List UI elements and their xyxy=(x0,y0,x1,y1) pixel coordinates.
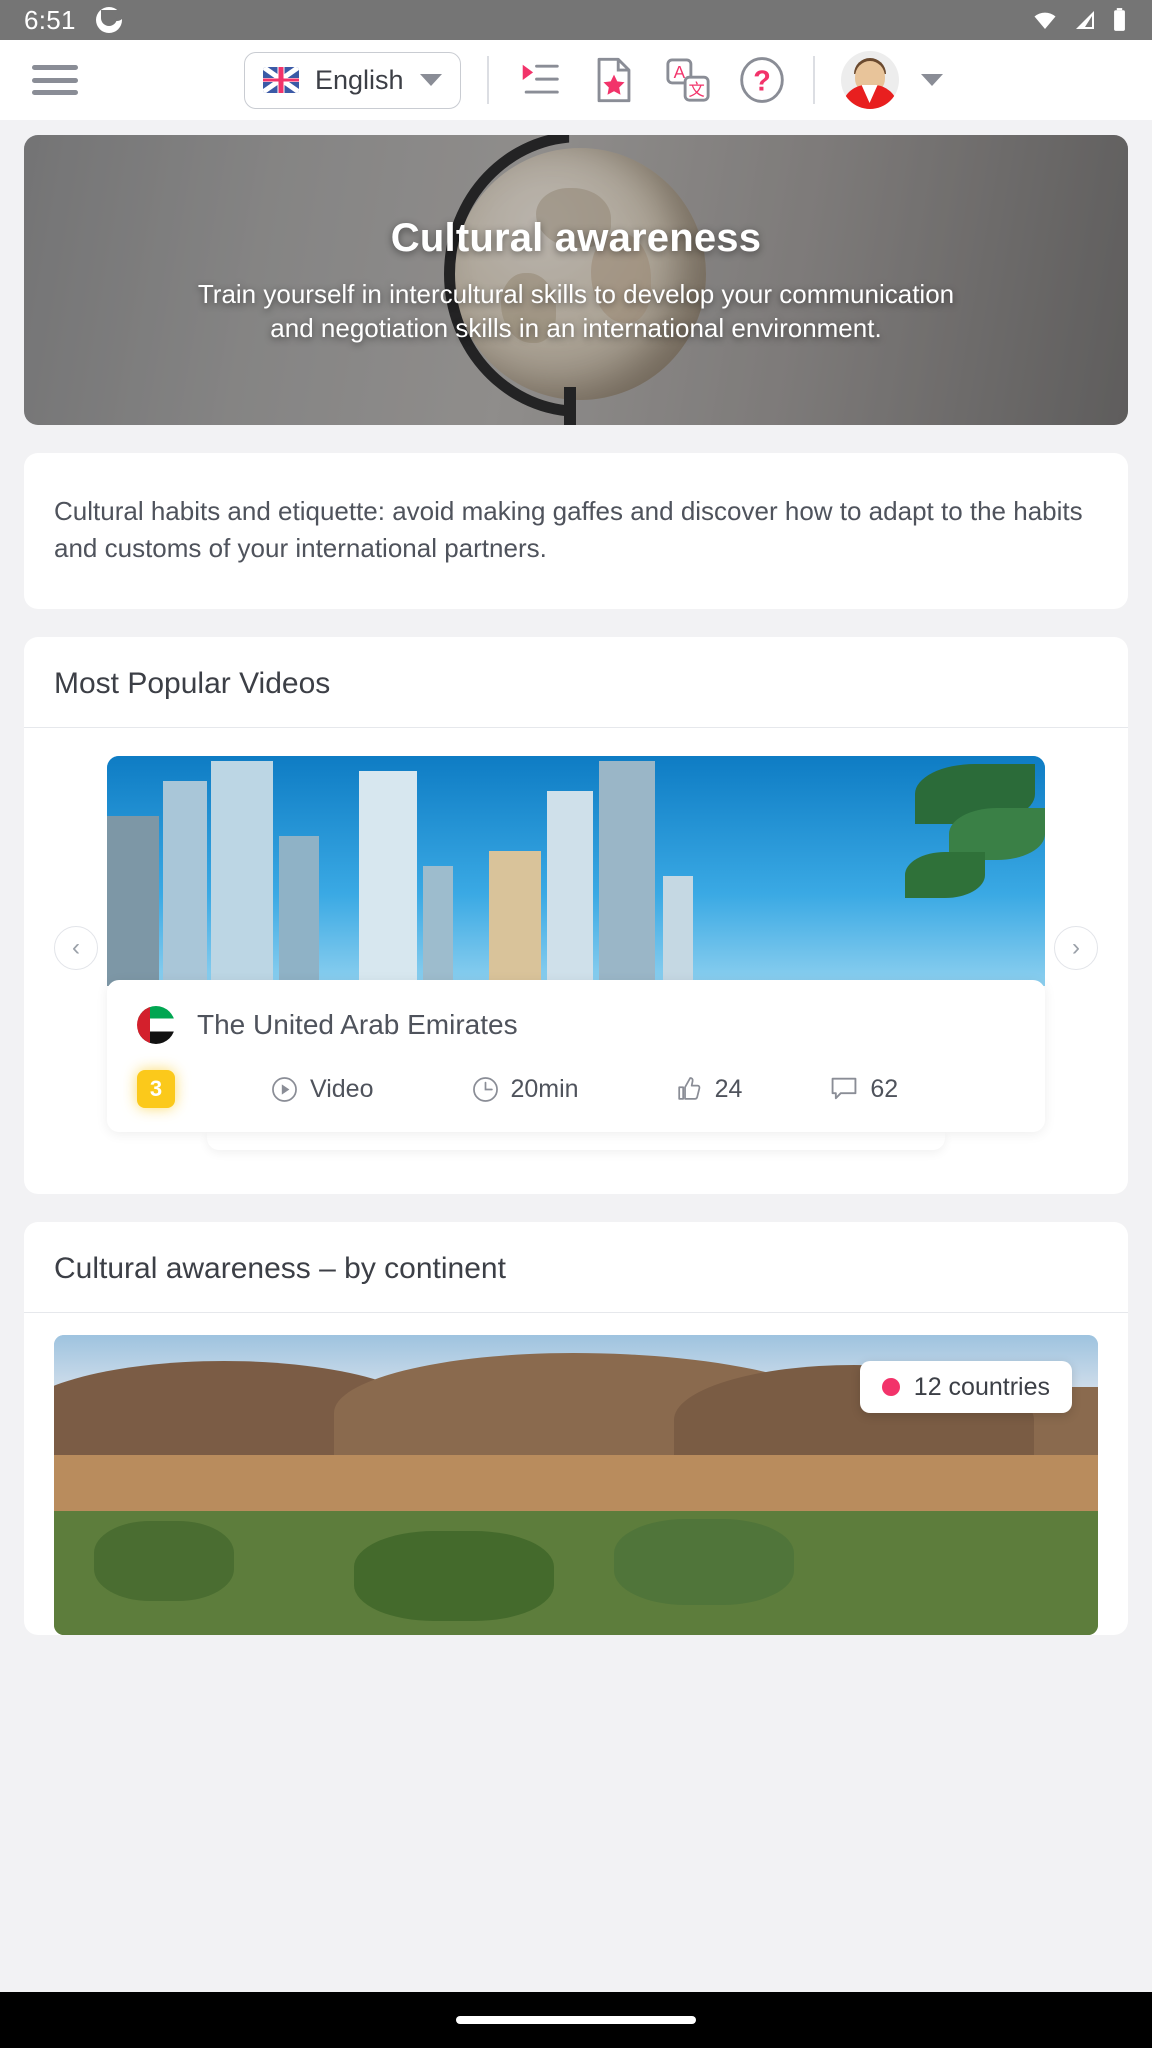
home-indicator[interactable] xyxy=(456,2016,696,2024)
popular-section-title: Most Popular Videos xyxy=(54,667,331,700)
favorite-document-icon[interactable] xyxy=(589,55,639,105)
video-duration-label: 20min xyxy=(510,1074,579,1103)
video-carousel: ‹ › The United Arab Emirates 3 Video 20m… xyxy=(24,728,1128,1194)
status-icons xyxy=(1031,7,1128,33)
hero-banner: Cultural awareness Train yourself in int… xyxy=(24,135,1128,425)
carousel-next-button[interactable]: › xyxy=(1054,926,1098,970)
carousel-prev-button[interactable]: ‹ xyxy=(54,926,98,970)
video-type-label: Video xyxy=(310,1074,374,1103)
status-bar: 6:51 xyxy=(0,0,1152,40)
video-meta: The United Arab Emirates 3 Video 20min 2… xyxy=(107,980,1045,1132)
header-divider-2 xyxy=(812,56,815,104)
video-title: The United Arab Emirates xyxy=(197,1009,518,1040)
video-comments-count: 62 xyxy=(870,1074,899,1103)
description-card: Cultural habits and etiquette: avoid mak… xyxy=(24,453,1128,609)
continents-card: Cultural awareness – by continent 12 cou… xyxy=(24,1222,1128,1635)
wifi-icon xyxy=(1034,12,1056,29)
video-badge: 3 xyxy=(137,1070,175,1108)
video-likes-count: 24 xyxy=(714,1074,743,1103)
battery-icon xyxy=(1114,8,1125,31)
system-navigation-bar xyxy=(0,1992,1152,2048)
continent-thumbnail[interactable]: 12 countries xyxy=(54,1335,1098,1635)
help-icon[interactable]: ? xyxy=(737,55,787,105)
svg-text:?: ? xyxy=(753,66,771,98)
video-thumbnail[interactable] xyxy=(107,756,1045,986)
status-dot-icon xyxy=(881,1378,900,1396)
phone-screen: 6:51 English A 文 ? Cultural awareness Tr… xyxy=(0,0,1152,2048)
app-circle-icon xyxy=(95,7,122,33)
uk-flag-icon xyxy=(263,67,299,93)
cellular-signal-icon xyxy=(1076,11,1094,29)
video-stats: 3 Video 20min 24 62 xyxy=(137,1070,1015,1108)
continents-section-title: Cultural awareness – by continent xyxy=(54,1252,506,1285)
avatar[interactable] xyxy=(840,51,899,109)
video-card[interactable]: The United Arab Emirates 3 Video 20min 2… xyxy=(107,756,1045,1150)
chevron-down-icon[interactable] xyxy=(920,74,943,86)
description-text: Cultural habits and etiquette: avoid mak… xyxy=(54,496,1083,563)
language-label: English xyxy=(315,64,404,95)
chevron-down-icon xyxy=(419,74,442,86)
uae-flag-icon xyxy=(137,1006,175,1044)
translate-icon[interactable]: A 文 xyxy=(663,55,713,105)
header-divider xyxy=(486,56,489,104)
svg-text:A: A xyxy=(673,62,685,82)
section-divider-2 xyxy=(24,1312,1128,1313)
video-comments[interactable]: 62 xyxy=(830,1075,898,1104)
comment-icon xyxy=(832,1077,857,1100)
play-circle-icon xyxy=(272,1076,297,1102)
video-duration: 20min xyxy=(472,1075,579,1104)
popular-videos-card: Most Popular Videos ‹ › The United Arab … xyxy=(24,637,1128,1194)
hero-subtitle: Train yourself in intercultural skills t… xyxy=(197,278,955,343)
countries-badge-label: 12 countries xyxy=(913,1372,1050,1401)
hero-title: Cultural awareness xyxy=(390,215,762,260)
status-time: 6:51 xyxy=(24,4,76,35)
app-header: English A 文 ? xyxy=(0,40,1152,120)
clock-icon xyxy=(472,1076,498,1102)
header-actions: A 文 ? xyxy=(515,55,787,105)
user-menu[interactable] xyxy=(840,51,943,109)
hamburger-menu-icon[interactable] xyxy=(32,65,78,95)
video-type: Video xyxy=(271,1075,374,1104)
svg-text:文: 文 xyxy=(688,80,704,99)
thumbs-up-icon xyxy=(677,1077,700,1100)
playlist-icon[interactable] xyxy=(515,55,565,105)
video-likes[interactable]: 24 xyxy=(675,1074,743,1104)
countries-badge: 12 countries xyxy=(859,1361,1072,1413)
language-selector[interactable]: English xyxy=(244,51,461,109)
video-card-stack xyxy=(207,1132,945,1150)
page-content: Cultural awareness Train yourself in int… xyxy=(0,120,1152,1992)
